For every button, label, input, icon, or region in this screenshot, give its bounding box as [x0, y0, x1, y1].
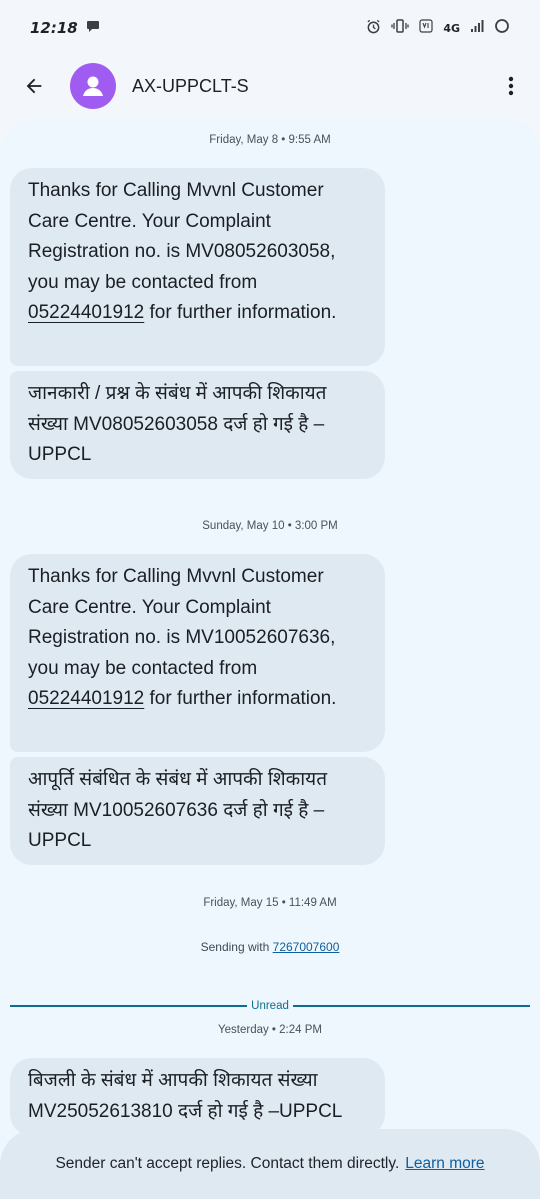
message-text: for further information. [144, 302, 337, 323]
message-bubble[interactable]: Thanks for Calling Mvvnl Customer Care C… [10, 168, 385, 366]
sending-number-link[interactable]: 7267007600 [273, 940, 340, 954]
status-time: 12:18 [30, 19, 78, 37]
signal-icon [470, 19, 484, 37]
message-text: बिजली के संबंध में आपकी शिकायत संख्या MV… [28, 1070, 343, 1122]
more-vert-icon [508, 76, 514, 96]
banner-text: Sender can't accept replies. Contact the… [55, 1155, 400, 1172]
conversation-title: AX-UPPCLT-S [132, 75, 249, 96]
phone-link[interactable]: 05224401912 [28, 688, 144, 709]
battery-icon [494, 18, 510, 38]
vibrate-icon [391, 19, 409, 37]
message-bubble[interactable]: Thanks for Calling Mvvnl Customer Care C… [10, 554, 385, 752]
status-bar: 12:18 4G [0, 0, 540, 56]
learn-more-link[interactable]: Learn more [405, 1155, 484, 1173]
date-divider: Friday, May 15 • 11:49 AM [203, 897, 337, 909]
conversation-area[interactable]: Friday, May 8 • 9:55 AM Thanks for Calli… [0, 118, 540, 1199]
message-text: Thanks for Calling Mvvnl Customer Care C… [28, 180, 336, 293]
sending-label: Sending with [200, 940, 273, 954]
message-text: आपूर्ति संबंधित के संबंध में आपकी शिकायत… [28, 769, 328, 851]
alarm-icon [366, 19, 381, 38]
chat-notification-icon [86, 19, 100, 37]
divider-line [292, 1005, 530, 1007]
date-divider: Friday, May 8 • 9:55 AM [209, 134, 331, 146]
unread-label: Unread [251, 1000, 289, 1012]
network-type: 4G [443, 21, 460, 35]
sending-with: Sending with 7267007600 [0, 940, 540, 954]
more-options-button[interactable] [496, 64, 526, 108]
message-text: जानकारी / प्रश्न के संबंध में आपकी शिकाय… [28, 383, 327, 465]
arrow-back-icon [26, 78, 42, 94]
message-bubble[interactable]: आपूर्ति संबंधित के संबंध में आपकी शिकायत… [10, 757, 385, 865]
message-text: for further information. [144, 688, 337, 709]
date-divider: Sunday, May 10 • 3:00 PM [202, 520, 338, 532]
message-text: Thanks for Calling Mvvnl Customer Care C… [28, 566, 336, 679]
date-divider: Yesterday • 2:24 PM [218, 1024, 322, 1036]
person-icon [83, 76, 103, 96]
avatar[interactable] [70, 63, 116, 109]
reply-disabled-banner: Sender can't accept replies. Contact the… [0, 1129, 540, 1199]
phone-link[interactable]: 05224401912 [28, 302, 144, 323]
unread-divider: Unread [10, 999, 530, 1013]
app-bar: AX-UPPCLT-S [0, 56, 540, 116]
message-bubble[interactable]: जानकारी / प्रश्न के संबंध में आपकी शिकाय… [10, 371, 385, 479]
back-button[interactable] [12, 64, 56, 108]
message-bubble[interactable]: बिजली के संबंध में आपकी शिकायत संख्या MV… [10, 1058, 385, 1136]
volte-icon [419, 19, 433, 37]
divider-line [10, 1005, 248, 1007]
